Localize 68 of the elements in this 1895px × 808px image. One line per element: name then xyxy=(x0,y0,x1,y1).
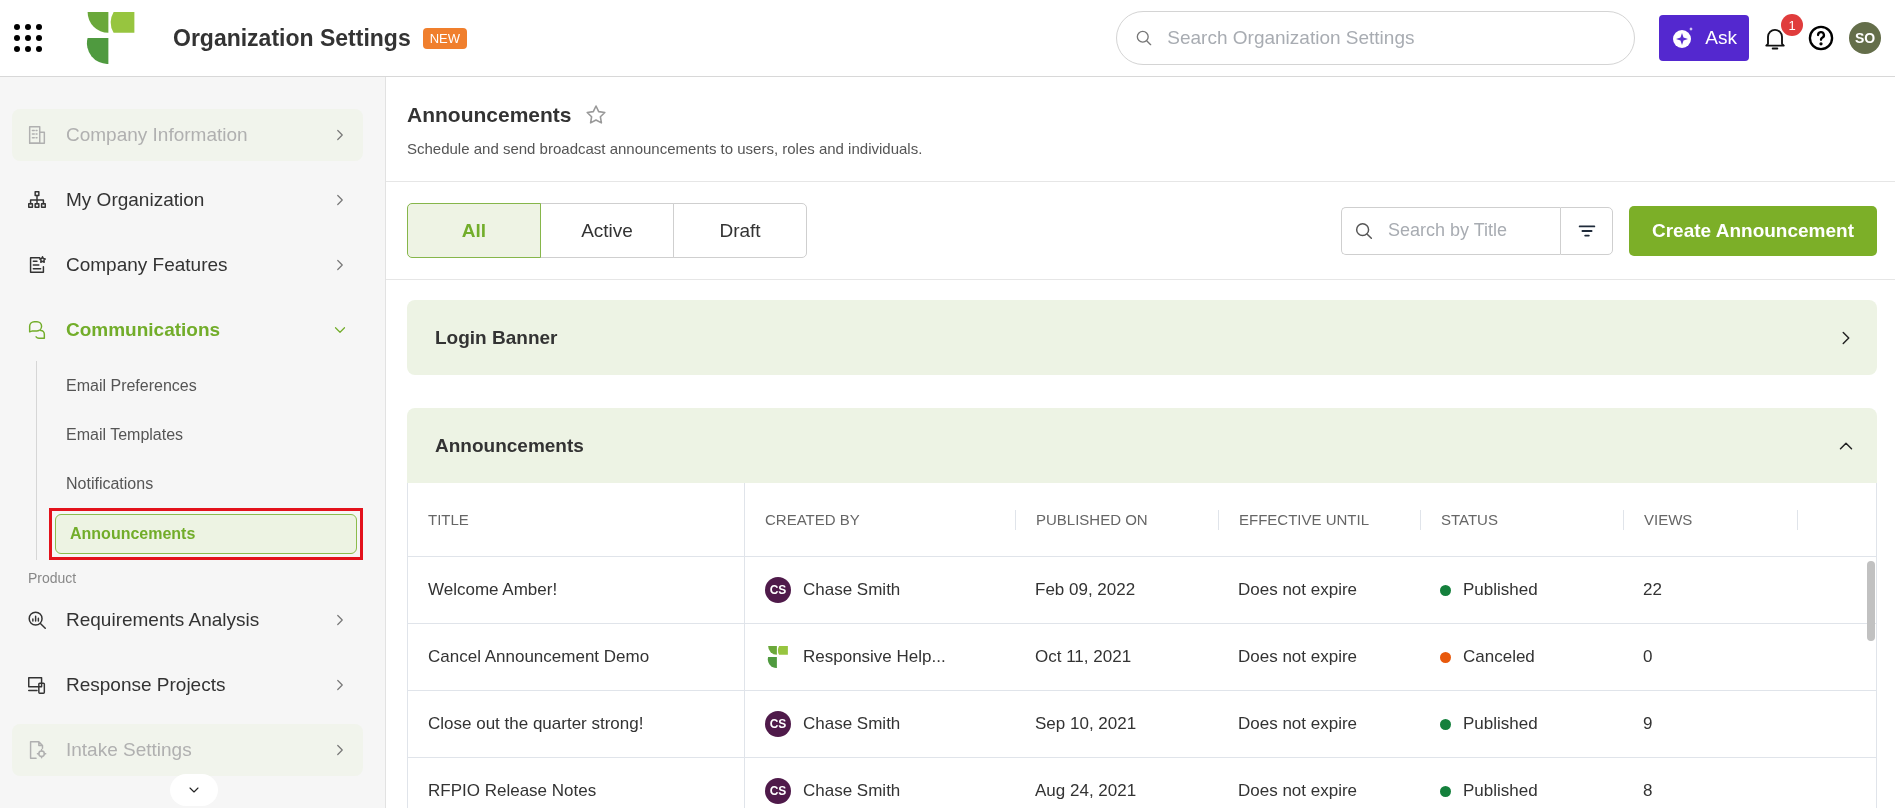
page-subtitle: Schedule and send broadcast announcements to users, roles and individuals. xyxy=(407,140,924,157)
status-label: Canceled xyxy=(1463,647,1535,667)
filter-tab[interactable]: Active xyxy=(540,203,674,258)
column-header[interactable]: PUBLISHED ON xyxy=(1015,509,1218,530)
table-cell: Close out the quarter strong! xyxy=(408,691,745,757)
creator-name: Responsive Help... xyxy=(803,647,946,667)
app-title: Organization Settings xyxy=(173,24,411,52)
creator-name: Chase Smith xyxy=(803,781,901,801)
table-cell: Welcome Amber! xyxy=(408,557,745,623)
page-title: Announcements xyxy=(407,103,572,127)
table-cell: RFPIO Release Notes xyxy=(408,758,745,808)
creator-name: Chase Smith xyxy=(803,580,901,600)
table-cell-text: Does not expire xyxy=(1237,580,1359,600)
section-label: Product xyxy=(28,570,78,586)
column-header[interactable]: VIEWS xyxy=(1623,509,1797,530)
table-cell-text: Does not expire xyxy=(1237,781,1359,801)
section-title: Announcements xyxy=(435,434,585,457)
chat-icon xyxy=(26,319,48,341)
search-field[interactable]: Search Organization Settings xyxy=(1116,11,1636,65)
table-cell-text: 22 xyxy=(1642,580,1663,600)
app-grid-icon[interactable] xyxy=(14,24,42,52)
table-cell-text: 9 xyxy=(1642,714,1654,734)
column-header[interactable]: CREATED BY xyxy=(745,509,1015,530)
table-cell-text: Does not expire xyxy=(1237,714,1359,734)
section-header[interactable]: Login Banner xyxy=(407,300,1877,375)
sidebar-item[interactable]: Requirements Analysis xyxy=(12,594,363,646)
column-header[interactable]: EFFECTIVE UNTIL xyxy=(1218,509,1420,530)
table-cell-text: 8 xyxy=(1642,781,1654,801)
filter-button[interactable] xyxy=(1560,206,1613,255)
creator-avatar: CS xyxy=(765,577,791,603)
table-cell-text: Sep 10, 2021 xyxy=(1034,714,1138,734)
sidebar-item[interactable]: My Organization xyxy=(12,174,363,226)
table-cell-text: Does not expire xyxy=(1237,647,1359,667)
help-icon[interactable] xyxy=(1807,24,1835,52)
column-header[interactable]: TITLE xyxy=(408,483,745,556)
filter-tab[interactable]: Draft xyxy=(673,203,807,258)
building-icon xyxy=(26,124,48,146)
new-badge: NEW xyxy=(422,27,468,49)
status-label: Published xyxy=(1463,781,1538,801)
section-header[interactable]: Announcements xyxy=(407,408,1877,483)
star-icon[interactable] xyxy=(583,103,608,127)
notification-count-badge: 1 xyxy=(1781,14,1803,36)
title-search-field[interactable]: Search by Title xyxy=(1341,206,1560,255)
sidebar-subitem[interactable]: Email Templates xyxy=(37,410,363,459)
status-label: Published xyxy=(1463,580,1538,600)
scrollbar-thumb[interactable] xyxy=(1867,561,1875,641)
section-title: Login Banner xyxy=(435,326,559,349)
sidebar-subitem[interactable]: Notifications xyxy=(37,459,363,508)
company-logo xyxy=(85,12,137,64)
sidebar-item[interactable]: Response Projects xyxy=(12,659,363,711)
table-cell-text: Aug 24, 2021 xyxy=(1034,781,1138,801)
creator-name: Chase Smith xyxy=(803,714,901,734)
devices-icon xyxy=(26,674,48,696)
creator-logo xyxy=(767,646,789,668)
org-icon xyxy=(26,189,48,211)
ask-button[interactable]: Ask xyxy=(1659,15,1749,61)
sidebar-item[interactable]: Company Features xyxy=(12,239,363,291)
creator-avatar: CS xyxy=(765,711,791,737)
creator-avatar: CS xyxy=(765,778,791,804)
sidebar-subitem[interactable]: Email Preferences xyxy=(37,361,363,410)
table-cell-text: 0 xyxy=(1642,647,1654,667)
table-cell: Cancel Announcement Demo xyxy=(408,624,745,690)
table-cell-text: Feb 09, 2022 xyxy=(1034,580,1137,600)
analysis-icon xyxy=(26,609,48,631)
status-label: Published xyxy=(1463,714,1538,734)
column-header[interactable]: STATUS xyxy=(1420,509,1623,530)
table-cell-text: Oct 11, 2021 xyxy=(1034,647,1133,667)
user-avatar[interactable]: SO xyxy=(1849,22,1881,54)
